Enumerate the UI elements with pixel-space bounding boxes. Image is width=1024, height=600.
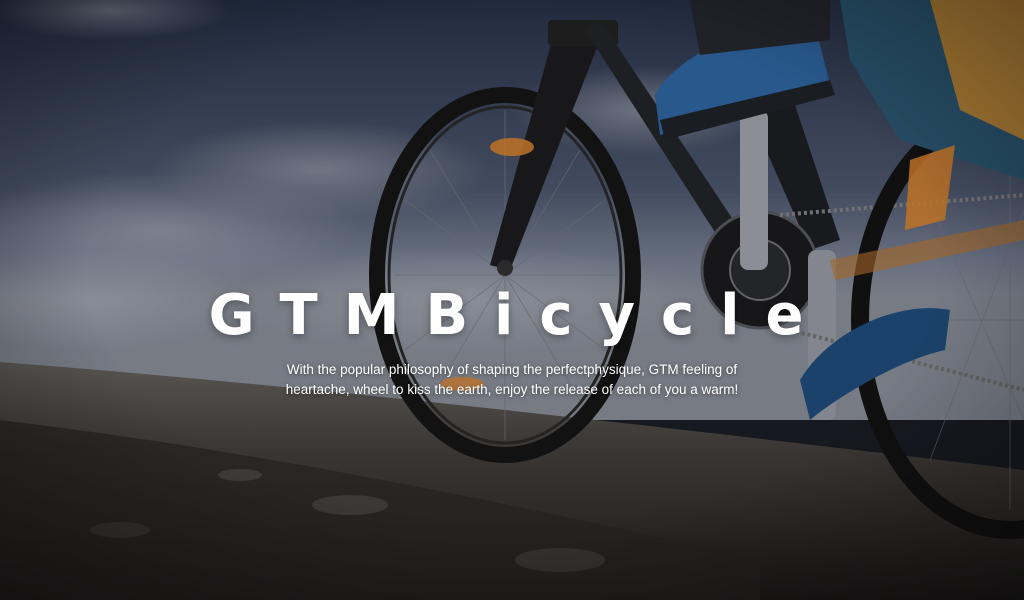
hero-description: With the popular philosophy of shaping t… xyxy=(285,361,739,397)
hero-section: GTMBicycle With the popular philosophy o… xyxy=(0,0,1024,600)
hero-title: GTMBicycle xyxy=(208,282,830,348)
